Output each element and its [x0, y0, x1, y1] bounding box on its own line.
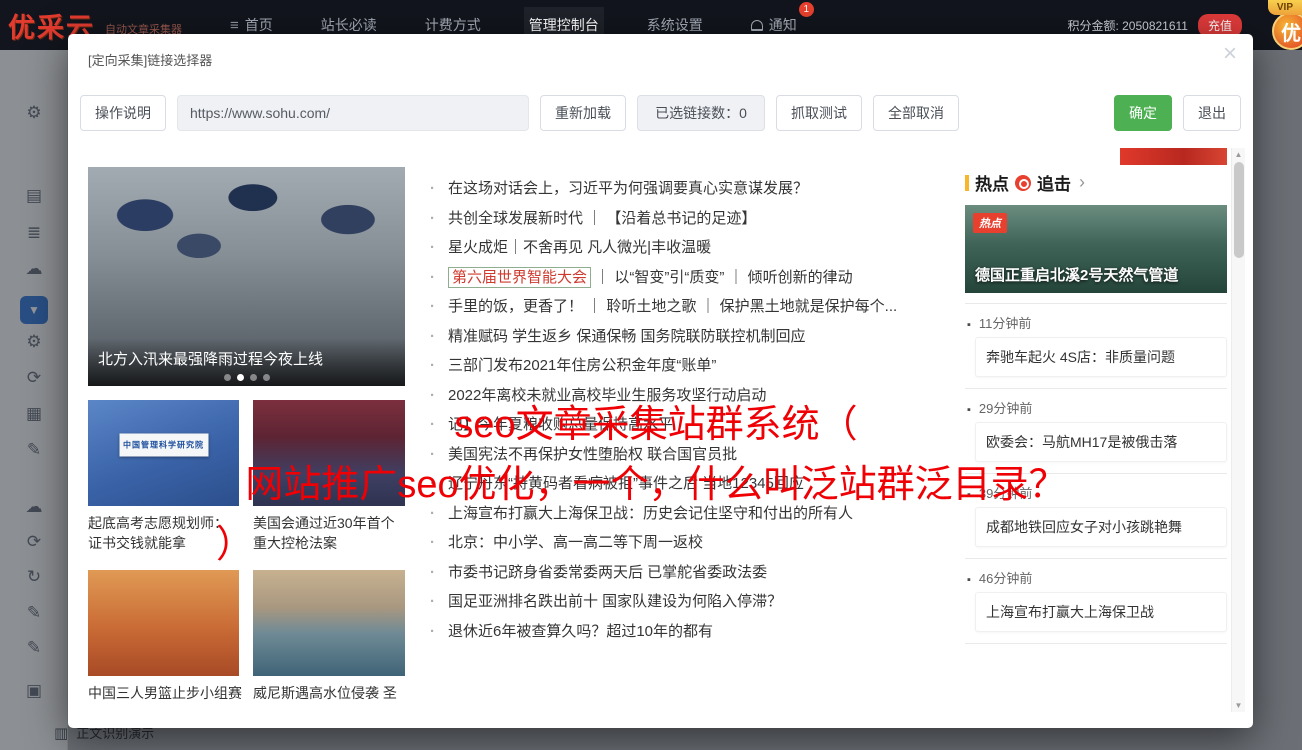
news-card[interactable]: 中国三人男篮止步小组赛	[88, 570, 242, 703]
confirm-button[interactable]: 确定	[1114, 95, 1172, 131]
grab-test-button[interactable]: 抓取测试	[776, 95, 862, 131]
news-headline[interactable]: 退休近6年被查算久吗？超过10年的都有	[430, 617, 970, 647]
headline-list: 在这场对话会上，习近平为何强调要真心实意谋发展？ 共创全球发展新时代 ｜ 【沿着…	[430, 174, 970, 646]
hot-list-item[interactable]: 11分钟前 奔驰车起火 4S店：非质量问题	[965, 304, 1227, 389]
basketball-image	[88, 570, 239, 676]
news-headline-rest: ｜ 以“智变”引“质变” ｜ 倾听创新的律动	[591, 268, 853, 286]
close-icon[interactable]: ×	[1223, 42, 1237, 66]
congress-image	[253, 400, 405, 506]
scroll-up-icon[interactable]: ▲	[1232, 150, 1245, 159]
hot-item-title[interactable]: 上海宣布打赢大上海保卫战	[975, 592, 1227, 632]
hot-item-title[interactable]: 成都地铁回应女子对小孩跳艳舞	[975, 507, 1227, 547]
card-caption: 中国三人男篮止步小组赛	[88, 685, 242, 701]
news-headline[interactable]: 国足亚洲排名跌出前十 国家队建设为何陷入停滞？	[430, 587, 970, 617]
bell-icon	[750, 19, 763, 31]
news-headline[interactable]: 2022年离校未就业高校毕业生服务攻坚行动启动	[430, 381, 970, 411]
news-headline-highlighted[interactable]: 第六届世界智能大会 ｜ 以“智变”引“质变” ｜ 倾听创新的律动	[430, 263, 970, 293]
hot-list-item[interactable]: 29分钟前 欧委会：马航MH17是被俄击落	[965, 389, 1227, 474]
carousel-dot[interactable]	[249, 374, 257, 381]
reload-button[interactable]: 重新加载	[540, 95, 626, 131]
embedded-page: 北方入汛来最强降雨过程今夜上线 中国管理科学研究院 起底高考志愿规划师：证书交钱…	[88, 148, 1245, 712]
hot-title-right: 追击	[1037, 175, 1071, 194]
news-headline[interactable]: 上海宣布打赢大上海保卫战：历史会记住坚守和付出的所有人	[430, 499, 970, 529]
hot-item-time: 11分钟前	[967, 313, 1032, 332]
news-headline[interactable]: 在这场对话会上，习近平为何强调要真心实意谋发展？	[430, 174, 970, 204]
hot-list-item[interactable]: 39分钟前 成都地铁回应女子对小孩跳艳舞	[965, 474, 1227, 559]
news-headline[interactable]: 北京：中小学、高一高二等下周一返校	[430, 528, 970, 558]
news-card[interactable]: 威尼斯遇高水位侵袭 圣	[253, 570, 405, 703]
academy-plaque: 中国管理科学研究院	[119, 433, 208, 457]
link-selector-modal: [定向采集]链接选择器 × 操作说明 重新加载 已选链接数：0 抓取测试 全部取…	[68, 34, 1253, 728]
menu-icon: ≡	[230, 16, 239, 34]
nav-home-label: 首页	[244, 17, 273, 33]
help-button[interactable]: 操作说明	[80, 95, 166, 131]
carousel-dot-active[interactable]	[236, 374, 244, 381]
hot-lead-title: 德国正重启北溪2号天然气管道	[975, 267, 1179, 284]
hot-tag: 热点	[973, 213, 1007, 233]
vip-badge: VIP	[1267, 0, 1302, 15]
hot-item-time: 29分钟前	[967, 398, 1032, 417]
venice-image	[253, 570, 405, 676]
hot-pursuit-header[interactable]: 热点 追击 ›	[965, 170, 1085, 195]
news-card[interactable]: 中国管理科学研究院 起底高考志愿规划师：证书交钱就能拿	[88, 400, 239, 553]
news-headline[interactable]: 共创全球发展新时代 ｜ 【沿着总书记的足迹】	[430, 204, 970, 234]
carousel[interactable]: 北方入汛来最强降雨过程今夜上线	[88, 167, 405, 386]
exit-button[interactable]: 退出	[1183, 95, 1241, 131]
notification-badge: 1	[798, 2, 814, 17]
hot-title-left: 热点	[975, 175, 1009, 194]
cancel-all-button[interactable]: 全部取消	[873, 95, 959, 131]
news-headline[interactable]: 星火成炬｜不舍再见 凡人微光|丰收温暖	[430, 233, 970, 263]
url-input[interactable]	[177, 95, 529, 131]
card-caption: 威尼斯遇高水位侵袭 圣	[253, 685, 397, 701]
cropped-banner-image	[1120, 148, 1227, 165]
modal-title: [定向采集]链接选择器	[88, 53, 213, 68]
carousel-dot[interactable]	[223, 374, 231, 381]
chevron-right-icon: ›	[1079, 172, 1085, 192]
news-headline[interactable]: 记】今年夏粮收购总量保持高水平	[430, 410, 970, 440]
card-caption: 起底高考志愿规划师：证书交钱就能拿	[88, 515, 228, 551]
news-headline[interactable]: 精准赋码 学生返乡 保通保畅 国务院联防联控机制回应	[430, 322, 970, 352]
hot-item-title[interactable]: 奔驰车起火 4S店：非质量问题	[975, 337, 1227, 377]
selected-link-highlight[interactable]: 第六届世界智能大会	[448, 266, 592, 288]
hot-item-title[interactable]: 欧委会：马航MH17是被俄击落	[975, 422, 1227, 462]
scrollbar-thumb[interactable]	[1234, 162, 1244, 258]
news-headline[interactable]: 辽宁丹东“持黄码者看病被拒”事件之后 当地12345回应	[430, 469, 970, 499]
carousel-dot[interactable]	[262, 374, 270, 381]
hot-list: 11分钟前 奔驰车起火 4S店：非质量问题 29分钟前 欧委会：马航MH17是被…	[965, 303, 1227, 644]
news-headline[interactable]: 手里的饭，更香了！ ｜ 聆听土地之歌 ｜ 保护黑土地就是保护每个...	[430, 292, 970, 322]
news-card[interactable]: 美国会通过近30年首个重大控枪法案	[253, 400, 405, 553]
modal-toolbar: 操作说明 重新加载 已选链接数：0 抓取测试 全部取消 确定 退出	[80, 95, 1241, 131]
selected-links-count: 已选链接数：0	[637, 95, 765, 131]
scroll-down-icon[interactable]: ▼	[1232, 701, 1245, 710]
page-scrollbar[interactable]: ▲ ▼	[1231, 148, 1245, 712]
card-caption: 美国会通过近30年首个重大控枪法案	[253, 515, 395, 551]
hot-item-time: 39分钟前	[967, 483, 1032, 502]
hot-pursuit-icon	[1015, 174, 1031, 191]
news-headline[interactable]: 市委书记跻身省委常委两天后 已掌舵省委政法委	[430, 558, 970, 588]
points-balance: 积分金额: 2050821611	[1067, 18, 1188, 33]
hot-list-item[interactable]: 46分钟前 上海宣布打赢大上海保卫战	[965, 559, 1227, 644]
hot-item-time: 46分钟前	[967, 568, 1032, 587]
carousel-dots[interactable]	[88, 374, 405, 381]
academy-image: 中国管理科学研究院	[88, 400, 239, 506]
app-screen: 优采云 自动文章采集器 ≡ 首页 站长必读 计费方式 管理控制台 系统设置 通知…	[0, 0, 1302, 750]
news-headline[interactable]: 三部门发布2021年住房公积金年度“账单”	[430, 351, 970, 381]
news-headline[interactable]: 美国宪法不再保护女性堕胎权 联合国官员批	[430, 440, 970, 470]
corner-logo-icon: 优	[1272, 12, 1302, 50]
hot-lead-story[interactable]: 热点 德国正重启北溪2号天然气管道	[965, 205, 1227, 293]
nav-notifications-label: 通知	[768, 17, 797, 33]
yellow-bar-icon	[965, 174, 969, 191]
